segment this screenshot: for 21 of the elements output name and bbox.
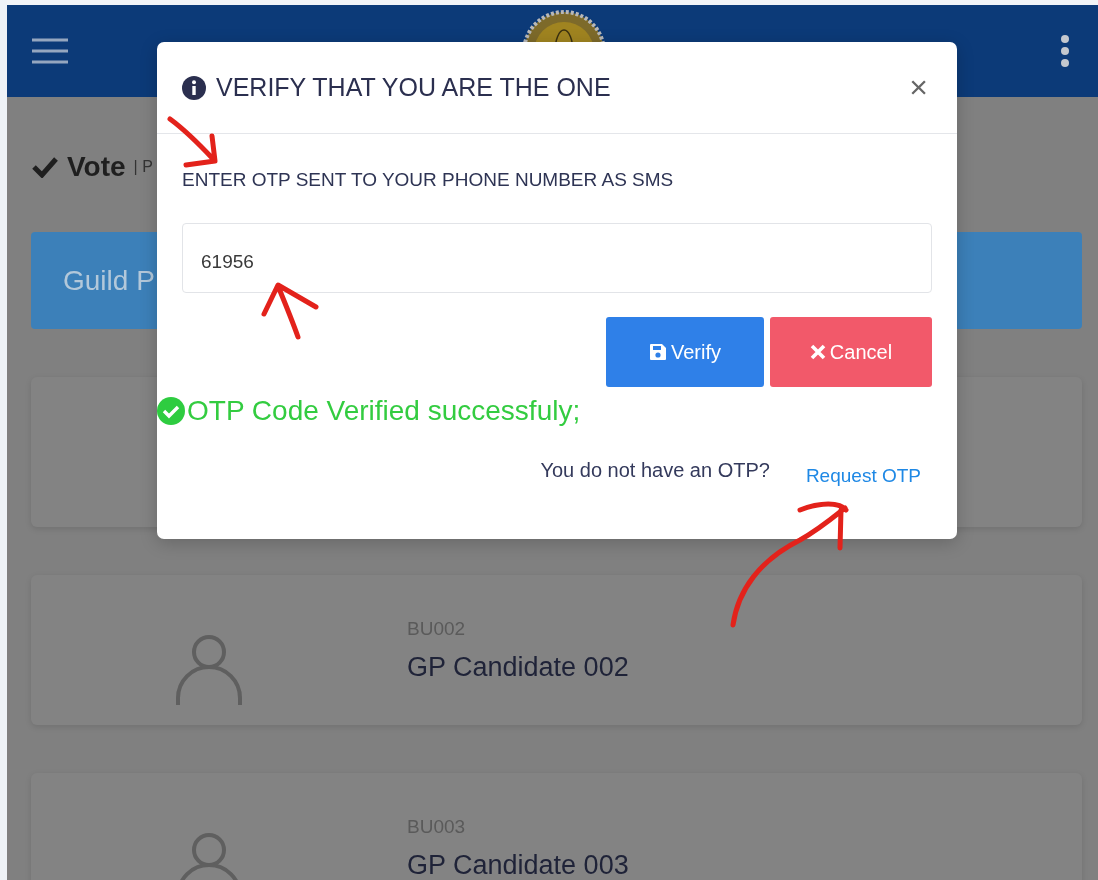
more-options-icon[interactable]	[1060, 34, 1070, 68]
candidate-name: GP Candidate 002	[407, 651, 629, 683]
close-icon	[809, 344, 826, 360]
otp-input-field[interactable]: 61956	[182, 223, 932, 293]
cancel-button[interactable]: Cancel	[770, 317, 932, 387]
request-otp-link[interactable]: Request OTP	[805, 465, 921, 487]
annotation-arrow	[261, 282, 319, 340]
verify-button[interactable]: Verify	[606, 317, 764, 387]
otp-prompt: ENTER OTP SENT TO YOUR PHONE NUMBER AS SMS	[182, 169, 675, 191]
checkmark-icon	[31, 156, 59, 178]
page-title: Vote	[67, 151, 126, 183]
annotation-arrow	[167, 116, 218, 168]
close-button[interactable]: ×	[905, 69, 932, 106]
menu-icon[interactable]	[32, 38, 68, 64]
candidate-name: GP Candidate 003	[407, 849, 629, 880]
otp-question: You do not have an OTP?	[540, 459, 770, 482]
success-message: OTP Code Verified successfuly;	[187, 395, 581, 427]
dialog-title: VERIFY THAT YOU ARE THE ONE	[216, 73, 612, 102]
page-subtitle: | P	[133, 158, 153, 176]
info-icon	[182, 75, 206, 100]
person-icon	[176, 634, 242, 706]
